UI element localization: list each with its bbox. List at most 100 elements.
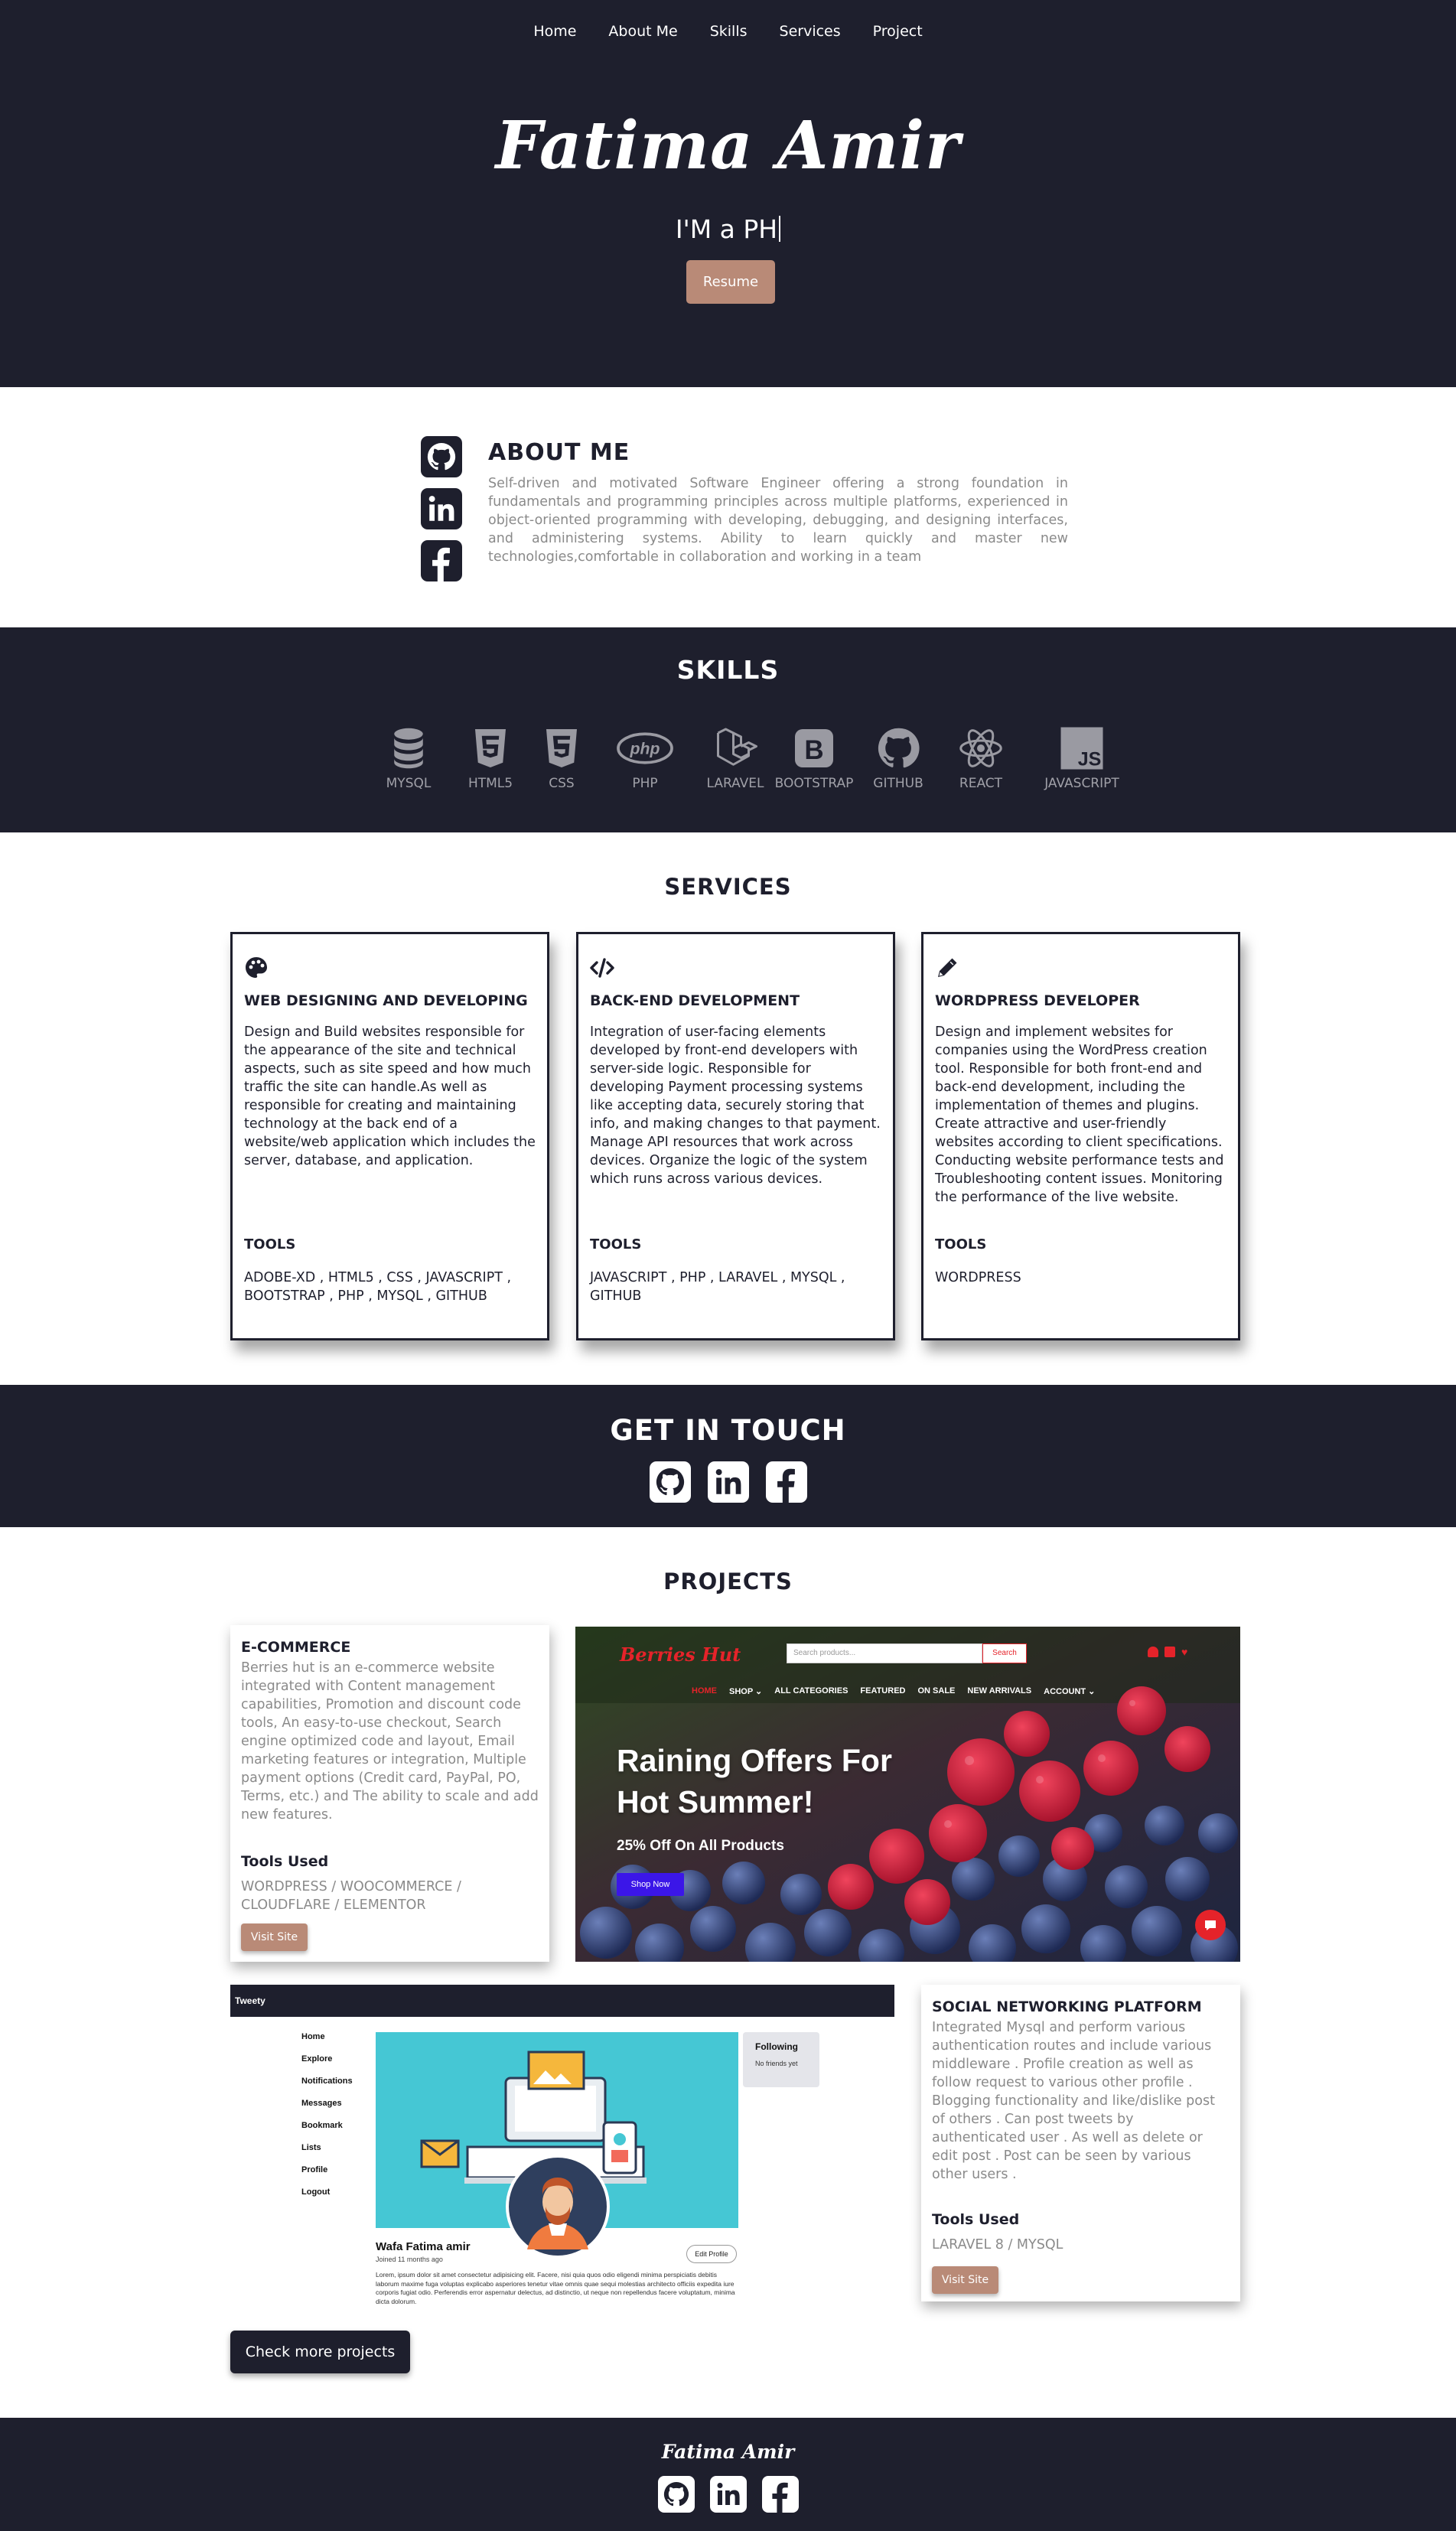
berries-menu-item[interactable]: ALL CATEGORIES xyxy=(774,1686,848,1696)
avatar xyxy=(506,2155,610,2259)
about-title: ABOUT ME xyxy=(488,439,630,466)
tweety-header: Tweety xyxy=(230,1985,894,2017)
project-tools: LARAVEL 8 / MYSQL xyxy=(932,2237,1063,2252)
berries-headline-line: Hot Summer! xyxy=(617,1784,814,1819)
tweety-menu-item[interactable]: Profile xyxy=(301,2165,353,2174)
service-tools-heading: TOOLS xyxy=(590,1236,642,1252)
nav-skills[interactable]: Skills xyxy=(710,23,748,40)
skill-label: GITHUB xyxy=(873,776,923,791)
tweety-menu-item[interactable]: Bookmark xyxy=(301,2121,353,2130)
tweety-joined: Joined 11 months ago xyxy=(376,2256,443,2263)
github-icon[interactable] xyxy=(649,1461,691,1503)
service-tools: WORDPRESS xyxy=(935,1270,1021,1285)
hero-typed-text: I'M a PH xyxy=(0,214,1456,244)
edit-profile-button[interactable]: Edit Profile xyxy=(686,2245,737,2263)
tweety-sidebar: Home Explore Notifications Messages Book… xyxy=(301,2032,353,2197)
skills-title: SKILLS xyxy=(676,655,780,685)
berries-menu-item[interactable]: FEATURED xyxy=(860,1686,905,1696)
service-tools: JAVASCRIPT , PHP , LARAVEL , MYSQL , GIT… xyxy=(590,1270,845,1304)
linkedin-icon[interactable] xyxy=(421,488,462,529)
youtube-icon[interactable] xyxy=(1164,1647,1175,1657)
berries-menu-item[interactable]: ON SALE xyxy=(917,1686,955,1696)
tweety-menu-item[interactable]: Home xyxy=(301,2032,353,2041)
berries-shop-now-button[interactable]: Shop Now xyxy=(617,1873,684,1896)
hero-section: Home About Me Skills Services Project Fa… xyxy=(0,0,1456,387)
skill-label: BOOTSTRAP xyxy=(774,776,854,791)
tweety-menu-item[interactable]: Explore xyxy=(301,2054,353,2064)
berries-menu-item[interactable]: ACCOUNT ⌄ xyxy=(1044,1686,1095,1696)
following-title: Following xyxy=(755,2041,798,2052)
tweety-profile-name: Wafa Fatima amir xyxy=(376,2240,471,2253)
berries-menu-item[interactable]: HOME xyxy=(692,1686,717,1696)
typed-text: I'M a PH xyxy=(675,214,778,244)
svg-text:JS: JS xyxy=(1078,749,1102,770)
tweety-menu-item[interactable]: Notifications xyxy=(301,2077,353,2086)
check-more-projects-button[interactable]: Check more projects xyxy=(230,2331,410,2373)
javascript-icon: JS xyxy=(1060,727,1103,770)
berries-search-input[interactable]: Search products... xyxy=(787,1643,982,1663)
facebook-icon[interactable] xyxy=(765,1461,807,1503)
bootstrap-icon: B xyxy=(795,729,833,767)
footer: Fatima Amir xyxy=(0,2418,1456,2531)
berries-menu-item[interactable]: SHOP ⌄ xyxy=(729,1686,762,1696)
berries-logo: Berries Hut xyxy=(620,1643,741,1666)
github-icon[interactable] xyxy=(657,2476,695,2513)
tweety-menu-item[interactable]: Lists xyxy=(301,2143,353,2152)
bell-icon[interactable] xyxy=(1148,1647,1158,1657)
github-icon[interactable] xyxy=(421,436,462,477)
skill-label: JAVASCRIPT xyxy=(1044,776,1119,791)
svg-text:B: B xyxy=(804,735,823,765)
pencil-icon xyxy=(938,958,957,977)
service-description: Design and implement websites for compan… xyxy=(935,1024,1224,1205)
svg-text:php: php xyxy=(630,740,660,758)
skill-label: CSS xyxy=(549,776,575,791)
social-screenshot[interactable]: Tweety Home Explore Notifications Messag… xyxy=(230,1985,894,2321)
linkedin-icon[interactable] xyxy=(707,1461,749,1503)
nav-project[interactable]: Project xyxy=(873,23,923,40)
service-card: WORDPRESS DEVELOPER Design and implement… xyxy=(921,932,1240,1340)
project-tools: WORDPRESS / WOOCOMMERCE / CLOUDFLARE / E… xyxy=(241,1879,461,1913)
tweety-following-panel: Following No friends yet xyxy=(743,2032,819,2087)
service-tools: ADOBE-XD , HTML5 , CSS , JAVASCRIPT , BO… xyxy=(244,1270,512,1304)
footer-name: Fatima Amir xyxy=(661,2441,795,2463)
react-icon xyxy=(959,729,1002,767)
tweety-menu-item[interactable]: Logout xyxy=(301,2187,353,2197)
skills-section: SKILLS MYSQL HTML5 CSS php PHP LARAVEL B… xyxy=(0,627,1456,832)
resume-button[interactable]: Resume xyxy=(686,260,775,304)
laravel-icon xyxy=(717,728,757,766)
nav-home[interactable]: Home xyxy=(533,23,576,40)
project-description: Berries hut is an e-commerce website int… xyxy=(241,1660,539,1823)
linkedin-icon[interactable] xyxy=(709,2476,747,2513)
heart-icon[interactable]: ♥ xyxy=(1181,1647,1192,1657)
facebook-icon[interactable] xyxy=(421,540,462,581)
ecommerce-screenshot[interactable]: Berries Hut Search products... Search ♥ … xyxy=(575,1627,1240,1962)
skill-laravel: LARAVEL xyxy=(693,725,777,791)
github-icon xyxy=(878,728,920,768)
database-icon xyxy=(394,728,423,769)
skill-github: GITHUB xyxy=(856,725,940,791)
berries-menu: HOME SHOP ⌄ ALL CATEGORIES FEATURED ON S… xyxy=(692,1686,1095,1696)
project-tools-heading: Tools Used xyxy=(932,2211,1020,2228)
project-card-social: SOCIAL NETWORKING PLATFORM Integrated My… xyxy=(921,1985,1240,2301)
service-tools-heading: TOOLS xyxy=(935,1236,987,1252)
hero-name: Fatima Amir xyxy=(495,107,961,184)
tweety-menu-item[interactable]: Messages xyxy=(301,2099,353,2108)
service-title: BACK-END DEVELOPMENT xyxy=(590,992,800,1009)
skill-label: PHP xyxy=(632,776,658,791)
berries-menu-item[interactable]: NEW ARRIVALS xyxy=(967,1686,1031,1696)
berries-headline-line: Raining Offers For xyxy=(617,1743,892,1778)
footer-social-icons xyxy=(0,2476,1456,2513)
skill-label: REACT xyxy=(959,776,1003,791)
tweety-bio: Lorem, ipsum dolor sit amet consectetur … xyxy=(376,2271,735,2305)
facebook-icon[interactable] xyxy=(761,2476,799,2513)
visit-site-button[interactable]: Visit Site xyxy=(241,1923,308,1951)
project-description: Integrated Mysql and perform various aut… xyxy=(932,2020,1215,2182)
about-section: ABOUT ME Self-driven and motivated Softw… xyxy=(0,387,1456,627)
visit-site-button[interactable]: Visit Site xyxy=(932,2266,998,2294)
projects-title: PROJECTS xyxy=(663,1568,793,1594)
nav-services[interactable]: Services xyxy=(780,23,841,40)
nav-about[interactable]: About Me xyxy=(608,23,677,40)
berries-search-button[interactable]: Search xyxy=(982,1643,1027,1663)
chat-bubble-icon[interactable] xyxy=(1195,1910,1226,1940)
skill-label: LARAVEL xyxy=(706,776,764,791)
